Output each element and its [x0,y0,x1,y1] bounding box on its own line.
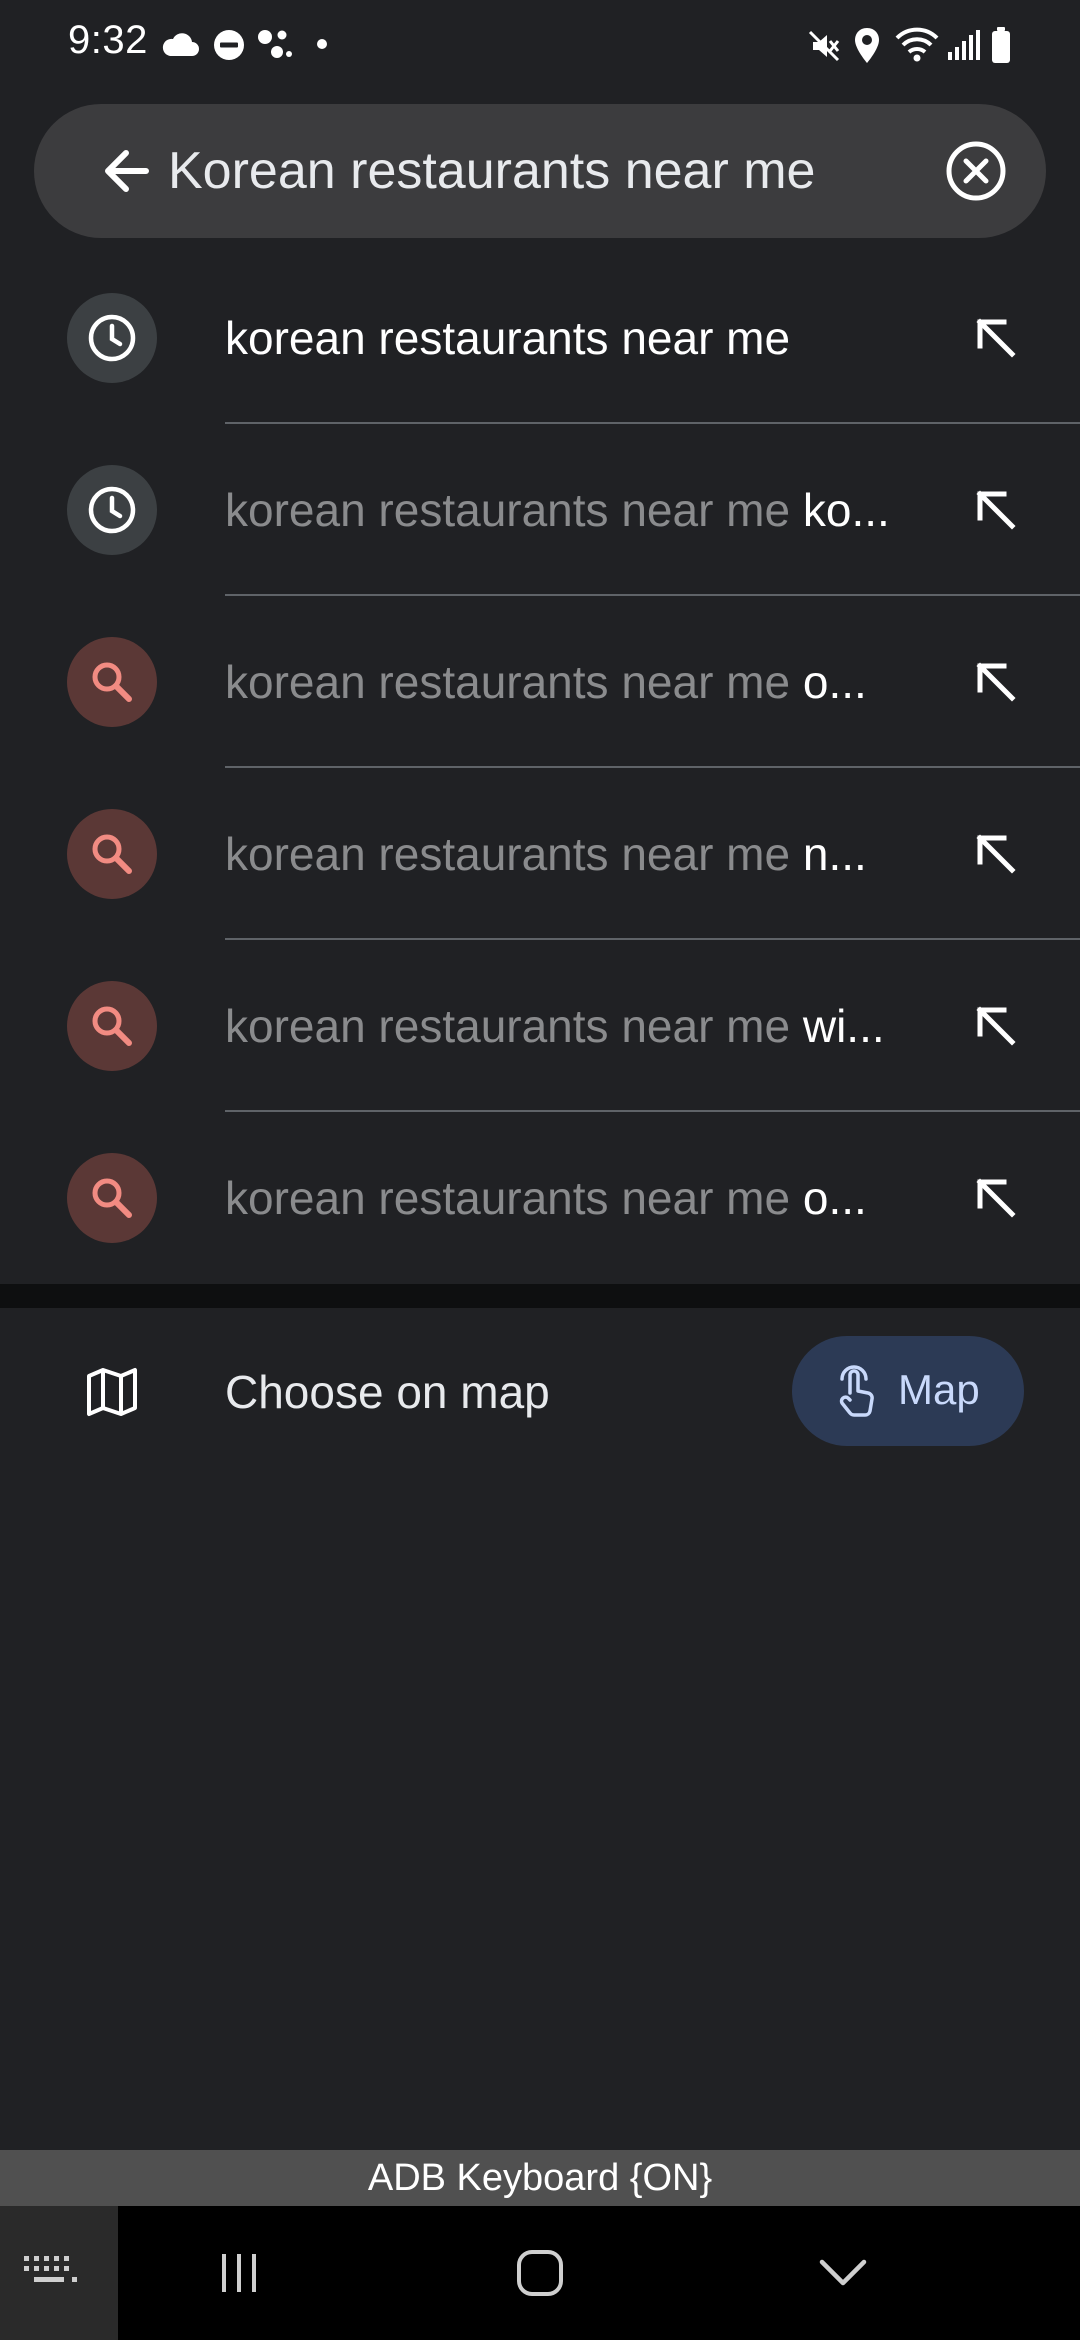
clock-icon [67,465,157,555]
suggestion-completion: ko... [790,484,890,536]
suggestion-query: korean restaurants near me [225,1000,791,1052]
do-not-disturb-icon [214,30,244,60]
search-icon [67,809,157,899]
suggestion-text: korean restaurants near me n... [225,824,915,884]
touch-hand-icon [839,1365,874,1417]
suggestion-text: korean restaurants near me [225,308,915,368]
suggestion-query: korean restaurants near me [225,1172,791,1224]
keyboard-status-bar: ADB Keyboard {ON} [0,2150,1080,2206]
arrow-up-left-icon[interactable] [968,826,1024,882]
battery-icon [992,27,1010,63]
search-input[interactable] [168,134,908,208]
location-icon [855,28,879,63]
assistant-dots-icon [258,30,292,58]
search-icon [67,1153,157,1243]
home-icon[interactable] [505,2240,575,2306]
map-button[interactable]: Map [792,1336,1024,1446]
navigation-bar [0,2206,1080,2340]
keyboard-switch-area[interactable] [0,2206,118,2340]
mute-icon [808,30,840,62]
suggestion-row[interactable]: korean restaurants near me ko... [0,424,1080,596]
wifi-icon [895,27,939,62]
cloud-icon [162,33,199,56]
arrow-up-left-icon[interactable] [968,310,1024,366]
clock-icon [67,293,157,383]
suggestion-text: korean restaurants near me ko... [225,480,915,540]
arrow-up-left-icon[interactable] [968,1170,1024,1226]
arrow-up-left-icon[interactable] [968,998,1024,1054]
suggestion-completion: wi... [790,1000,885,1052]
suggestion-query: korean restaurants near me [225,484,791,536]
suggestion-completion: o... [790,1172,867,1224]
suggestion-text: korean restaurants near me o... [225,1168,915,1228]
choose-on-map-label: Choose on map [225,1366,550,1418]
search-icon [67,637,157,727]
suggestion-completion: n... [790,828,867,880]
choose-on-map-row[interactable]: Choose on map Map [0,1308,1080,1474]
suggestion-text: korean restaurants near me wi... [225,996,915,1056]
arrow-left-icon[interactable] [94,138,160,204]
suggestion-row[interactable]: korean restaurants near me [0,252,1080,424]
screen: 9:32 Korean restaurants near me korean r… [0,0,1080,2340]
suggestion-query: korean restaurants near me [225,656,791,708]
keyboard-icon[interactable] [22,2250,78,2290]
suggestion-row[interactable]: korean restaurants near me o... [0,1112,1080,1284]
signal-icon [948,30,980,60]
suggestion-query: korean restaurants near me [225,312,791,364]
suggestion-query: korean restaurants near me [225,828,791,880]
map-button-label: Map [898,1366,980,1413]
suggestion-row[interactable]: korean restaurants near me o... [0,596,1080,768]
recents-icon[interactable] [204,2240,274,2306]
hide-keyboard-icon[interactable] [808,2240,878,2306]
status-time: 9:32 [68,18,148,62]
suggestion-row[interactable]: korean restaurants near me wi... [0,940,1080,1112]
notification-dot-icon [317,39,327,49]
section-separator [0,1284,1080,1308]
suggestion-row[interactable]: korean restaurants near me n... [0,768,1080,940]
clear-circle-icon[interactable] [944,139,1008,203]
search-icon [67,981,157,1071]
arrow-up-left-icon[interactable] [968,482,1024,538]
arrow-up-left-icon[interactable] [968,654,1024,710]
suggestion-text: korean restaurants near me o... [225,652,915,712]
suggestion-completion: o... [790,656,867,708]
search-bar [34,104,1046,238]
suggestion-list: korean restaurants near me korean restau… [0,252,1080,1284]
map-icon [87,1368,137,1416]
status-bar: 9:32 [0,0,1080,92]
